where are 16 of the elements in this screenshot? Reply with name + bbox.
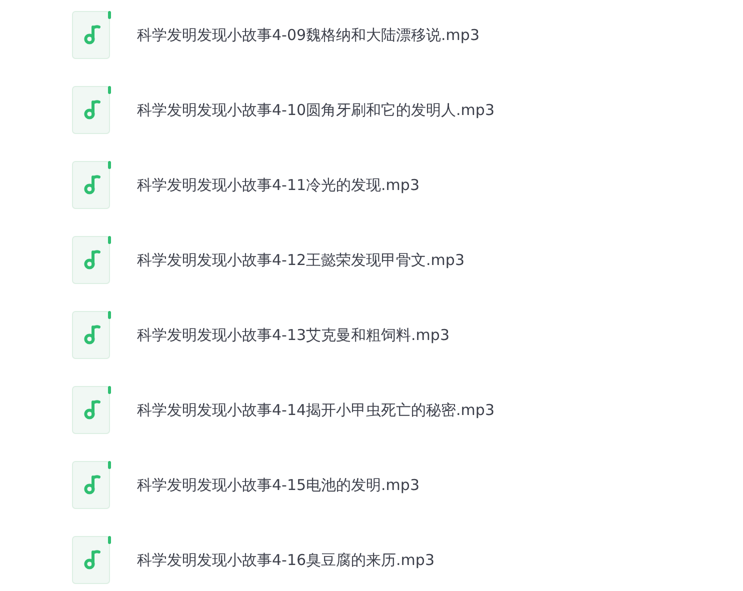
audio-file-icon [72, 386, 112, 434]
file-name[interactable]: 科学发明发现小故事4-10圆角牙刷和它的发明人.mp3 [137, 100, 494, 120]
audio-file-icon [72, 311, 112, 359]
file-name[interactable]: 科学发明发现小故事4-16臭豆腐的来历.mp3 [137, 550, 434, 570]
audio-file-icon [72, 11, 112, 59]
audio-file-icon [72, 236, 112, 284]
file-name[interactable]: 科学发明发现小故事4-13艾克曼和粗饲料.mp3 [137, 326, 450, 344]
audio-file-icon [72, 536, 112, 584]
file-name[interactable]: 科学发明发现小故事4-11冷光的发现.mp3 [137, 176, 420, 194]
audio-file-icon [72, 86, 112, 134]
file-name[interactable]: 科学发明发现小故事4-15电池的发明.mp3 [137, 476, 420, 494]
audio-file-icon [72, 461, 112, 509]
audio-file-icon [72, 161, 112, 209]
file-name[interactable]: 科学发明发现小故事4-14揭开小甲虫死亡的秘密.mp3 [137, 400, 494, 420]
file-name[interactable]: 科学发明发现小故事4-09魏格纳和大陆漂移说.mp3 [137, 26, 480, 44]
file-name[interactable]: 科学发明发现小故事4-12王懿荣发现甲骨文.mp3 [137, 250, 464, 270]
